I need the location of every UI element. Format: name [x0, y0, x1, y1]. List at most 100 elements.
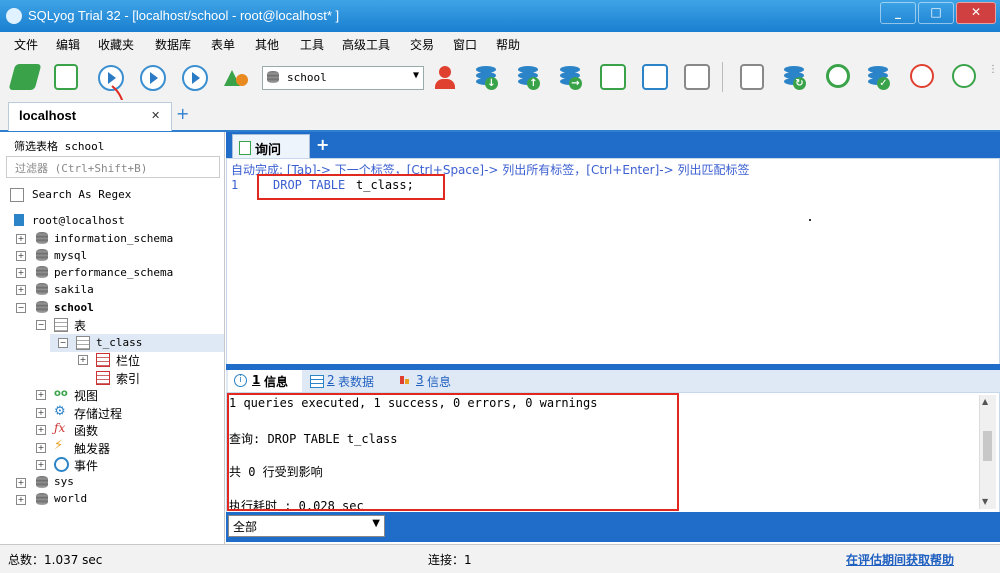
sync-database-icon[interactable]: ↻ [782, 64, 806, 90]
notifications-icon[interactable] [952, 64, 976, 88]
tree-db-world[interactable]: world [54, 492, 87, 505]
expand-icon[interactable]: + [16, 285, 26, 295]
collapse-icon[interactable]: − [36, 320, 46, 330]
expand-icon[interactable]: + [16, 495, 26, 505]
expand-icon[interactable]: + [36, 443, 46, 453]
tree-functions-folder[interactable]: 函数 [74, 422, 98, 439]
tree-db-information-schema[interactable]: information_schema [54, 232, 173, 245]
database-icon [36, 476, 48, 488]
table-grid-icon[interactable] [684, 64, 710, 90]
history-icon[interactable] [910, 64, 934, 88]
collapse-icon[interactable]: − [58, 338, 68, 348]
message-filter-value: 全部 [233, 520, 258, 534]
scroll-up-icon[interactable]: ▲ [982, 397, 988, 406]
result-scrollbar[interactable]: ▲ ▼ [979, 395, 996, 509]
result-tab-3-label[interactable]: 信息 [427, 373, 451, 390]
result-tab-2-label[interactable]: 表数据 [338, 373, 374, 390]
result-tab-bar: i 1 信息 2 表数据 3 信息 [226, 370, 1000, 392]
tree-db-sys[interactable]: sys [54, 475, 74, 488]
scroll-down-icon[interactable]: ▼ [982, 497, 988, 506]
tree-tables-folder[interactable]: 表 [74, 317, 86, 334]
backup-database-icon[interactable]: ↓ [474, 64, 498, 90]
tree-triggers-folder[interactable]: 触发器 [74, 440, 110, 457]
menu-other[interactable]: 其他 [255, 36, 279, 53]
expand-icon[interactable]: + [78, 355, 88, 365]
result-tab-messages[interactable]: i 1 信息 [228, 370, 302, 392]
tree-columns-folder[interactable]: 栏位 [116, 352, 140, 369]
execute-all-icon[interactable] [140, 65, 166, 91]
close-tab-icon[interactable]: ✕ [151, 109, 160, 122]
new-query-icon[interactable] [54, 64, 78, 90]
expand-icon[interactable]: + [36, 408, 46, 418]
menu-favorites[interactable]: 收藏夹 [98, 36, 134, 53]
restore-database-icon[interactable]: ↑ [516, 64, 540, 90]
menu-tools[interactable]: 工具 [300, 36, 324, 53]
tree-db-mysql[interactable]: mysql [54, 249, 87, 262]
tree-table-t-class[interactable]: t_class [96, 336, 142, 349]
expand-icon[interactable]: + [16, 268, 26, 278]
filter-input[interactable]: 过滤器 (Ctrl+Shift+B) [6, 156, 220, 178]
scroll-thumb[interactable] [983, 431, 992, 461]
database-icon [36, 249, 48, 261]
window-title: SQLyog Trial 32 - [localhost/school - ro… [28, 8, 340, 23]
execute-edit-icon[interactable] [182, 65, 208, 91]
info-icon: i [234, 374, 247, 387]
refresh-icon[interactable] [826, 64, 850, 88]
user-manager-icon[interactable] [432, 64, 458, 90]
new-connection-icon[interactable] [8, 64, 42, 90]
table-folder-icon [54, 318, 68, 332]
close-button[interactable]: ✕ [956, 2, 996, 24]
expand-icon[interactable]: + [36, 425, 46, 435]
minimize-button[interactable]: _ [880, 2, 916, 24]
tree-events-folder[interactable]: 事件 [74, 457, 98, 474]
menu-help[interactable]: 帮助 [496, 36, 520, 53]
expand-icon[interactable]: + [36, 390, 46, 400]
chevron-down-icon: ▼ [372, 518, 380, 529]
tree-indexes-folder[interactable]: 索引 [116, 370, 140, 387]
maximize-button[interactable]: □ [918, 2, 954, 24]
import-icon[interactable]: → [558, 64, 582, 90]
menu-transaction[interactable]: 交易 [410, 36, 434, 53]
query-tab-label: 询问 [255, 143, 282, 158]
functions-icon: ƒx [54, 421, 66, 435]
expand-icon[interactable]: + [16, 478, 26, 488]
menu-database[interactable]: 数据库 [155, 36, 191, 53]
expand-icon[interactable]: + [16, 251, 26, 261]
table-data-icon[interactable] [600, 64, 626, 90]
tree-db-school[interactable]: school [54, 301, 94, 314]
table-export-icon[interactable] [642, 64, 668, 90]
add-connection-tab-icon[interactable]: + [176, 104, 189, 123]
collapse-icon[interactable]: − [16, 303, 26, 313]
tree-root-connection[interactable]: root@localhost [32, 214, 125, 227]
sql-editor[interactable]: 自动完成: [Tab]-> 下一个标签，[Ctrl+Space]-> 列出所有标… [226, 158, 1000, 366]
message-filter-select[interactable]: 全部 ▼ [228, 515, 385, 537]
database-select[interactable]: school ▼ [262, 66, 424, 90]
expand-icon[interactable]: + [16, 234, 26, 244]
result-tab-2-num[interactable]: 2 [327, 373, 335, 387]
query-builder-icon[interactable]: ✓ [866, 64, 890, 90]
connection-tab-localhost[interactable]: localhost ✕ [8, 102, 172, 131]
result-tab-1-num: 1 [252, 373, 261, 387]
expand-icon[interactable]: + [36, 460, 46, 470]
result-highlight-box [227, 393, 679, 511]
menu-advanced-tools[interactable]: 高级工具 [342, 36, 390, 53]
toolbar-overflow-icon[interactable]: ⋮ [988, 64, 998, 92]
tree-db-performance-schema[interactable]: performance_schema [54, 266, 173, 279]
menu-table[interactable]: 表单 [211, 36, 235, 53]
columns-icon [96, 353, 110, 367]
tree-procedures-folder[interactable]: 存储过程 [74, 405, 122, 422]
menu-window[interactable]: 窗口 [453, 36, 477, 53]
help-link[interactable]: 在评估期间获取帮助 [846, 551, 954, 568]
add-query-tab-icon[interactable]: + [316, 135, 329, 154]
tree-db-sakila[interactable]: sakila [54, 283, 94, 296]
schedule-icon[interactable] [740, 64, 764, 90]
schema-designer-icon[interactable] [222, 64, 250, 90]
search-regex-checkbox[interactable] [10, 188, 24, 202]
menu-edit[interactable]: 编辑 [56, 36, 80, 53]
result-tab-3-num[interactable]: 3 [416, 373, 424, 387]
query-tab[interactable]: 询问 [232, 134, 310, 159]
menu-file[interactable]: 文件 [14, 36, 38, 53]
filter-label: 筛选表格 school [14, 140, 105, 153]
tree-views-folder[interactable]: 视图 [74, 387, 98, 404]
connection-tab-label: localhost [19, 108, 77, 123]
